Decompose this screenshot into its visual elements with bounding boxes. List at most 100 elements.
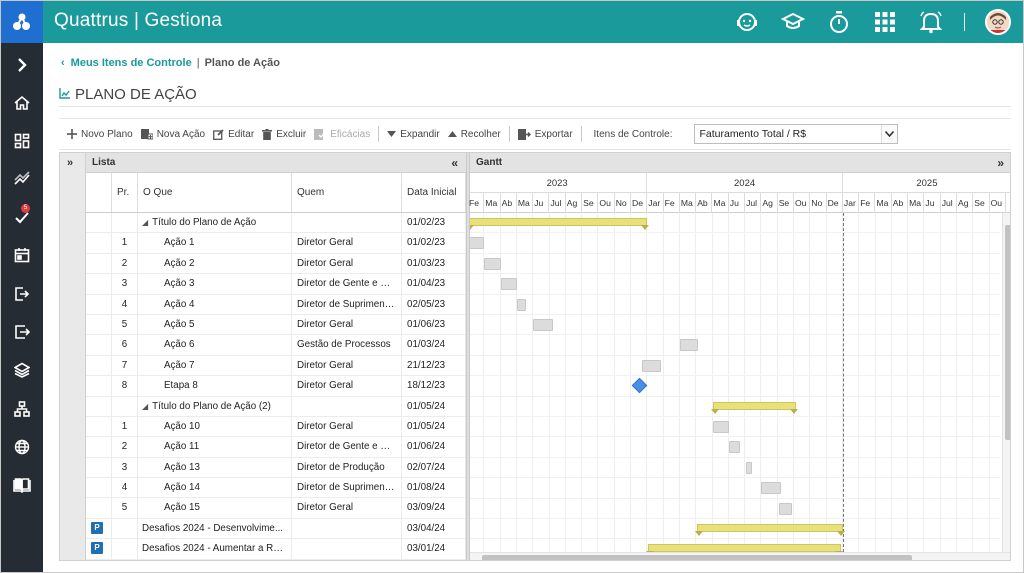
- cell-oque: Ação 5: [138, 314, 292, 335]
- gantt-task-bar[interactable]: [470, 237, 485, 250]
- header-pr[interactable]: Pr.: [112, 173, 138, 212]
- header-quem[interactable]: Quem: [292, 173, 402, 212]
- project-badge-icon: P: [91, 521, 103, 534]
- table-row[interactable]: 7 Ação 7 Diretor Geral 21/12/23: [86, 355, 466, 377]
- expand-gantt-icon[interactable]: »: [997, 156, 1004, 170]
- table-row[interactable]: P Desafios 2024 - Desenvolvime... 03/04/24: [86, 518, 466, 540]
- gantt-task-bar[interactable]: [778, 502, 792, 515]
- cell-data-inicial: 21/12/23: [402, 355, 466, 376]
- nova-acao-label: Nova Ação: [156, 128, 206, 140]
- table-row[interactable]: 4 Ação 14 Diretor de Suprimento... 01/08/24: [86, 478, 466, 499]
- plus-icon: [67, 129, 77, 139]
- sidebar-item-export[interactable]: [1, 317, 43, 347]
- sidebar-item-layers[interactable]: [1, 355, 43, 385]
- sidebar-item-dashboard[interactable]: [1, 126, 43, 156]
- cell-pr: 8: [112, 376, 138, 396]
- chevron-down-icon[interactable]: [881, 125, 898, 143]
- bell-icon[interactable]: [918, 9, 944, 35]
- recolher-button[interactable]: Recolher: [447, 124, 501, 144]
- table-row[interactable]: 5 Ação 15 Diretor Geral 03/09/24: [86, 498, 466, 519]
- collapse-tree-icon[interactable]: ◢: [142, 402, 148, 411]
- header-data-inicial[interactable]: Data Inicial: [402, 173, 466, 212]
- sidebar-item-book[interactable]: [1, 470, 43, 500]
- editar-button[interactable]: Editar: [213, 124, 254, 144]
- row-type-cell: [86, 396, 112, 416]
- gantt-task-bar[interactable]: [500, 278, 517, 291]
- gantt-task-bar[interactable]: [517, 298, 527, 311]
- gantt-task-bar[interactable]: [745, 461, 753, 474]
- table-row[interactable]: 5 Ação 5 Diretor Geral 01/06/23: [86, 314, 466, 336]
- graduation-cap-icon[interactable]: [780, 9, 806, 35]
- breadcrumb-parent-link[interactable]: Meus Itens de Controle: [71, 57, 192, 69]
- back-chevron-icon[interactable]: ‹: [61, 57, 65, 69]
- exportar-button[interactable]: Exportar: [517, 124, 573, 144]
- table-row[interactable]: P Desafios 2024 - Aumentar a Re... 03/01/2…: [86, 539, 466, 560]
- sidebar-item-login[interactable]: [1, 279, 43, 309]
- gantt-task-bar[interactable]: [761, 482, 781, 495]
- table-row[interactable]: 6 Ação 6 Gestão de Processos 01/03/24: [86, 335, 466, 356]
- eficacias-button[interactable]: Eficácias: [314, 124, 370, 144]
- gantt-task-bar[interactable]: [679, 339, 698, 352]
- scroll-thumb[interactable]: [1005, 225, 1010, 440]
- row-type-cell: [86, 355, 112, 376]
- cell-quem: Diretor de Produção: [292, 457, 402, 478]
- novo-plano-button[interactable]: Novo Plano: [67, 124, 133, 144]
- table-row[interactable]: 2 Ação 2 Diretor Geral 01/03/23: [86, 253, 466, 275]
- gantt-task-bar[interactable]: [484, 257, 501, 270]
- sidebar-item-calendar[interactable]: [1, 240, 43, 270]
- gantt-horizontal-scrollbar[interactable]: [470, 552, 1010, 560]
- cell-quem: Diretor Geral: [292, 376, 402, 396]
- sidebar-item-tasks[interactable]: 5: [1, 202, 43, 232]
- novo-plano-label: Novo Plano: [81, 128, 133, 140]
- oque-text: Desafios 2024 - Aumentar a Re...: [142, 543, 287, 555]
- gantt-vertical-scrollbar[interactable]: [1002, 213, 1010, 552]
- table-row[interactable]: 3 Ação 13 Diretor de Produção 02/07/24: [86, 457, 466, 479]
- sidebar-item-home[interactable]: [1, 88, 43, 118]
- gantt-summary-bar[interactable]: [646, 544, 844, 552]
- cell-oque: Ação 11: [138, 437, 292, 457]
- gantt-grid-line: [646, 213, 648, 552]
- collapse-list-icon[interactable]: «: [451, 156, 458, 170]
- stopwatch-icon[interactable]: [826, 9, 852, 35]
- table-row[interactable]: 1 Ação 10 Diretor Geral 01/05/24: [86, 416, 466, 438]
- app-grid-icon[interactable]: [872, 9, 898, 35]
- table-row[interactable]: 3 Ação 3 Diretor de Gente e Ge... 01/04/23: [86, 274, 466, 295]
- support-agent-icon[interactable]: [734, 9, 760, 35]
- table-row[interactable]: 1 Ação 1 Diretor Geral 01/02/23: [86, 233, 466, 254]
- gantt-grid-line: [939, 213, 941, 552]
- sidebar-item-trends[interactable]: [1, 164, 43, 194]
- gantt-summary-bar[interactable]: [695, 524, 845, 536]
- gantt-task-bar[interactable]: [712, 421, 729, 433]
- logo[interactable]: [1, 1, 43, 43]
- expandir-button[interactable]: Expandir: [387, 124, 440, 144]
- table-row[interactable]: ◢ Título do Plano de Ação (2) 01/05/24: [86, 396, 466, 417]
- user-avatar[interactable]: [985, 9, 1011, 35]
- gantt-task-bar[interactable]: [641, 359, 662, 372]
- table-row[interactable]: ◢ Título do Plano de Ação 01/02/23: [86, 213, 466, 234]
- gantt-milestone[interactable]: [631, 377, 648, 394]
- row-type-cell: [86, 437, 112, 457]
- gantt-month-label: Ab: [696, 193, 713, 213]
- itens-controle-select[interactable]: Faturamento Total / R$: [694, 124, 899, 144]
- table-row[interactable]: 4 Ação 4 Diretor de Suprimento... 02/05/23: [86, 294, 466, 315]
- sidebar-expand[interactable]: [1, 50, 43, 80]
- table-row[interactable]: 8 Etapa 8 Diretor Geral 18/12/23: [86, 376, 466, 397]
- collapse-tree-icon[interactable]: ◢: [142, 218, 148, 227]
- trash-icon: [262, 128, 273, 140]
- sidebar-item-globe[interactable]: [1, 432, 43, 462]
- table-row[interactable]: 2 Ação 11 Diretor de Gente e Ge... 01/06/24: [86, 437, 466, 458]
- gantt-summary-bar[interactable]: [470, 218, 650, 230]
- gantt-row-line: [470, 293, 1000, 295]
- excluir-button[interactable]: Excluir: [262, 124, 306, 144]
- nova-acao-button[interactable]: Nova Ação: [140, 124, 206, 144]
- header-cell-icon: [86, 173, 112, 212]
- gantt-task-bar[interactable]: [533, 319, 553, 331]
- gantt-summary-bar[interactable]: [710, 401, 798, 414]
- sidebar-item-sitemap[interactable]: [1, 394, 43, 424]
- breadcrumb-current: Plano de Ação: [204, 57, 280, 69]
- scroll-thumb[interactable]: [482, 555, 912, 560]
- header-oque[interactable]: O Que: [138, 173, 292, 212]
- chevron-right-icon: [18, 58, 27, 72]
- gantt-task-bar[interactable]: [728, 441, 741, 454]
- expand-panel-icon[interactable]: »: [67, 157, 73, 169]
